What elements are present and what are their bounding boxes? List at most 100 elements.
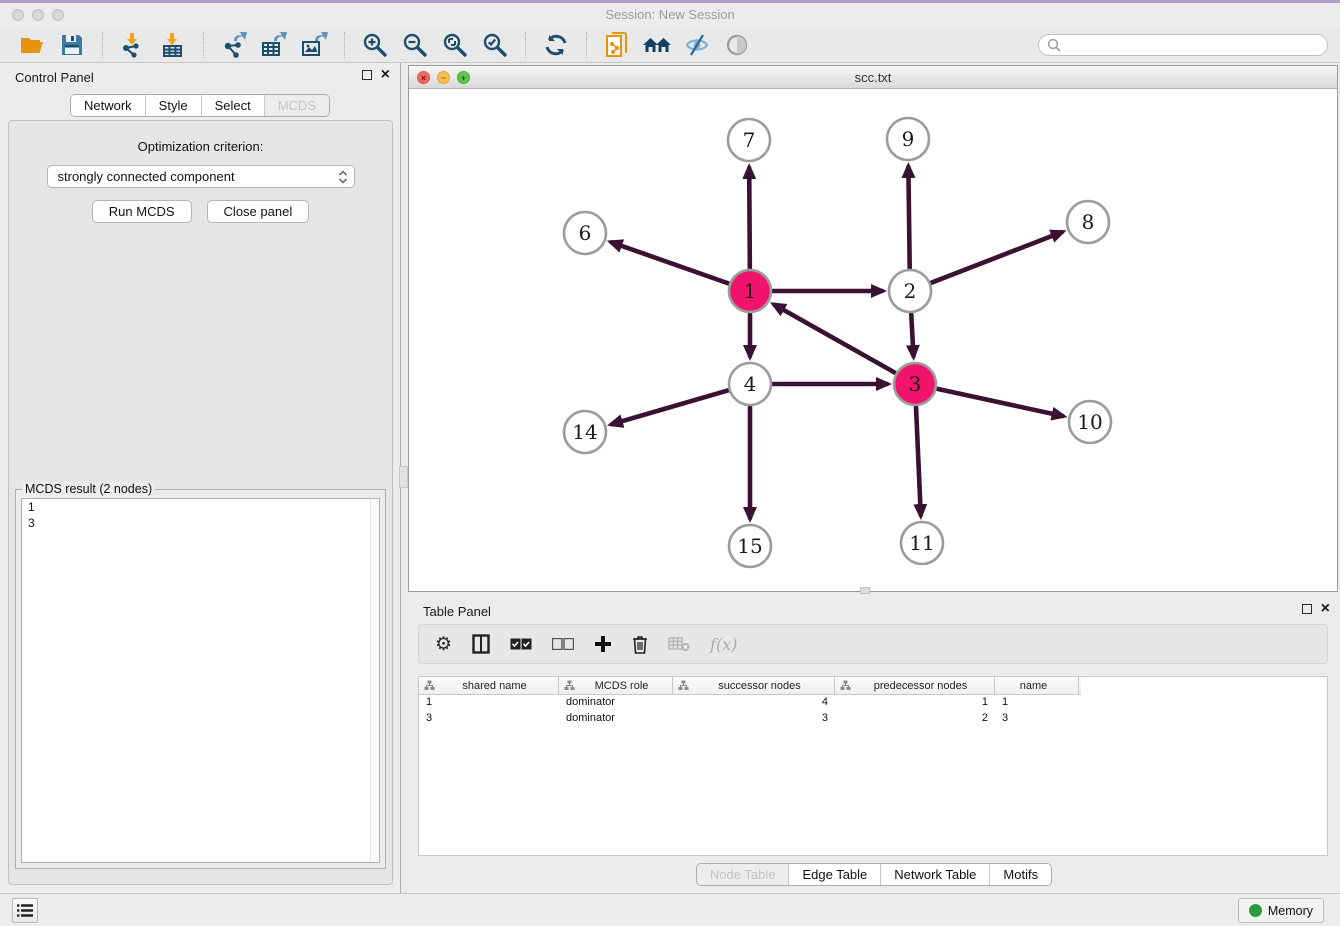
search-input[interactable] — [1066, 38, 1319, 52]
tab-edge-table[interactable]: Edge Table — [788, 864, 880, 885]
tab-select[interactable]: Select — [201, 95, 264, 116]
session-title: Session: New Session — [0, 7, 1340, 22]
edge-1-7[interactable] — [749, 168, 750, 268]
edge-2-3[interactable] — [911, 314, 913, 356]
criterion-dropdown[interactable]: strongly connected component — [47, 165, 355, 188]
dropdown-stepper-icon — [338, 169, 348, 185]
show-columns-button[interactable] — [472, 634, 490, 654]
show-selected-icon[interactable] — [721, 30, 753, 60]
clone-network-button[interactable] — [601, 30, 633, 60]
export-table-button[interactable] — [258, 30, 290, 60]
export-network-button[interactable] — [218, 30, 250, 60]
delete-column-button[interactable] — [632, 635, 648, 654]
close-table-panel-icon[interactable]: × — [1321, 603, 1330, 615]
attribute-icon — [678, 680, 689, 691]
node-table[interactable]: shared nameMCDS rolesuccessor nodesprede… — [418, 676, 1328, 856]
edge-3-1[interactable] — [774, 305, 895, 373]
edge-1-6[interactable] — [611, 242, 728, 283]
memory-label: Memory — [1268, 904, 1313, 918]
vertical-split-grip[interactable] — [399, 466, 408, 488]
zoom-out-button[interactable] — [399, 30, 431, 60]
zoom-selected-button[interactable] — [479, 30, 511, 60]
deselect-all-button[interactable] — [552, 638, 574, 650]
node-label-10: 10 — [1077, 410, 1102, 434]
result-scrollbar[interactable] — [370, 499, 379, 862]
mcds-result-text[interactable]: 13 — [21, 498, 380, 863]
mcds-result-group: MCDS result (2 nodes) 13 — [15, 489, 386, 869]
save-session-button[interactable] — [56, 30, 88, 60]
memory-status-icon — [1249, 904, 1262, 917]
add-column-button[interactable] — [594, 635, 612, 653]
delete-table-button[interactable] — [668, 636, 690, 652]
columns-icon — [472, 634, 490, 654]
tab-motifs[interactable]: Motifs — [989, 864, 1051, 885]
column-header-mcds-role[interactable]: MCDS role — [559, 677, 673, 694]
function-builder-button[interactable]: f(x) — [710, 635, 737, 654]
edge-3-10[interactable] — [937, 389, 1062, 416]
task-history-button[interactable] — [12, 898, 38, 923]
table-cell: 3 — [673, 711, 835, 727]
optimization-criterion-label: Optimization criterion: — [9, 139, 392, 154]
main-toolbar — [0, 28, 1340, 63]
import-network-button[interactable] — [117, 30, 149, 60]
tab-mcds[interactable]: MCDS — [264, 95, 329, 116]
table-settings-button[interactable]: ⚙ — [435, 635, 452, 654]
search-icon — [1047, 38, 1061, 52]
network-window-titlebar: × − + scc.txt — [409, 66, 1337, 89]
criterion-value: strongly connected component — [58, 169, 338, 184]
network-canvas[interactable]: 7968124314101511 — [409, 89, 1337, 591]
apply-layout-button[interactable] — [540, 30, 572, 60]
open-session-button[interactable] — [16, 30, 48, 60]
column-header-name[interactable]: name — [995, 677, 1079, 694]
node-label-6: 6 — [579, 221, 592, 245]
node-label-2: 2 — [904, 279, 917, 303]
edge-3-11[interactable] — [916, 407, 921, 515]
node-label-9: 9 — [902, 127, 915, 151]
result-line: 3 — [22, 515, 379, 531]
table-cell: 4 — [673, 695, 835, 711]
table-row[interactable]: 1dominator411 — [419, 695, 1327, 711]
zoom-fit-button[interactable] — [439, 30, 471, 60]
table-cell: 3 — [419, 711, 559, 727]
column-header-successor-nodes[interactable]: successor nodes — [673, 677, 835, 694]
tab-network-table[interactable]: Network Table — [880, 864, 989, 885]
node-label-3: 3 — [909, 372, 922, 396]
tab-node-table[interactable]: Node Table — [697, 864, 789, 885]
edge-2-9[interactable] — [908, 167, 909, 268]
table-row[interactable]: 3dominator323 — [419, 711, 1327, 727]
table-cell: dominator — [559, 695, 673, 711]
close-panel-icon[interactable]: × — [381, 69, 390, 81]
column-header-predecessor-nodes[interactable]: predecessor nodes — [835, 677, 995, 694]
network-view-window: × − + scc.txt 7968124314101511 — [408, 65, 1338, 592]
float-table-panel-icon[interactable] — [1302, 604, 1312, 614]
node-label-1: 1 — [744, 279, 757, 303]
edge-2-8[interactable] — [931, 232, 1061, 283]
table-cell: 2 — [835, 711, 995, 727]
float-panel-icon[interactable] — [362, 70, 372, 80]
network-window-title: scc.txt — [409, 70, 1337, 85]
edge-4-14[interactable] — [612, 390, 728, 424]
gear-icon: ⚙ — [435, 635, 452, 654]
tab-network[interactable]: Network — [71, 95, 145, 116]
search-field[interactable] — [1038, 34, 1328, 56]
toolbar-separator — [203, 32, 204, 58]
memory-button[interactable]: Memory — [1238, 898, 1324, 923]
run-mcds-button[interactable]: Run MCDS — [92, 200, 192, 223]
node-label-15: 15 — [737, 534, 762, 558]
hide-selected-icon[interactable] — [681, 30, 713, 60]
node-label-8: 8 — [1082, 210, 1095, 234]
table-tabs: Node TableEdge TableNetwork TableMotifs — [696, 863, 1052, 886]
export-image-button[interactable] — [298, 30, 330, 60]
table-header-row: shared nameMCDS rolesuccessor nodesprede… — [419, 677, 1081, 695]
node-label-4: 4 — [744, 372, 757, 396]
node-label-7: 7 — [743, 128, 756, 152]
home-button[interactable] — [641, 30, 673, 60]
horizontal-split-grip[interactable] — [860, 587, 870, 594]
zoom-in-button[interactable] — [359, 30, 391, 60]
import-table-button[interactable] — [157, 30, 189, 60]
select-all-button[interactable] — [510, 638, 532, 650]
delete-table-icon — [668, 636, 690, 652]
column-header-shared-name[interactable]: shared name — [419, 677, 559, 694]
tab-style[interactable]: Style — [145, 95, 201, 116]
close-panel-button[interactable]: Close panel — [207, 200, 310, 223]
